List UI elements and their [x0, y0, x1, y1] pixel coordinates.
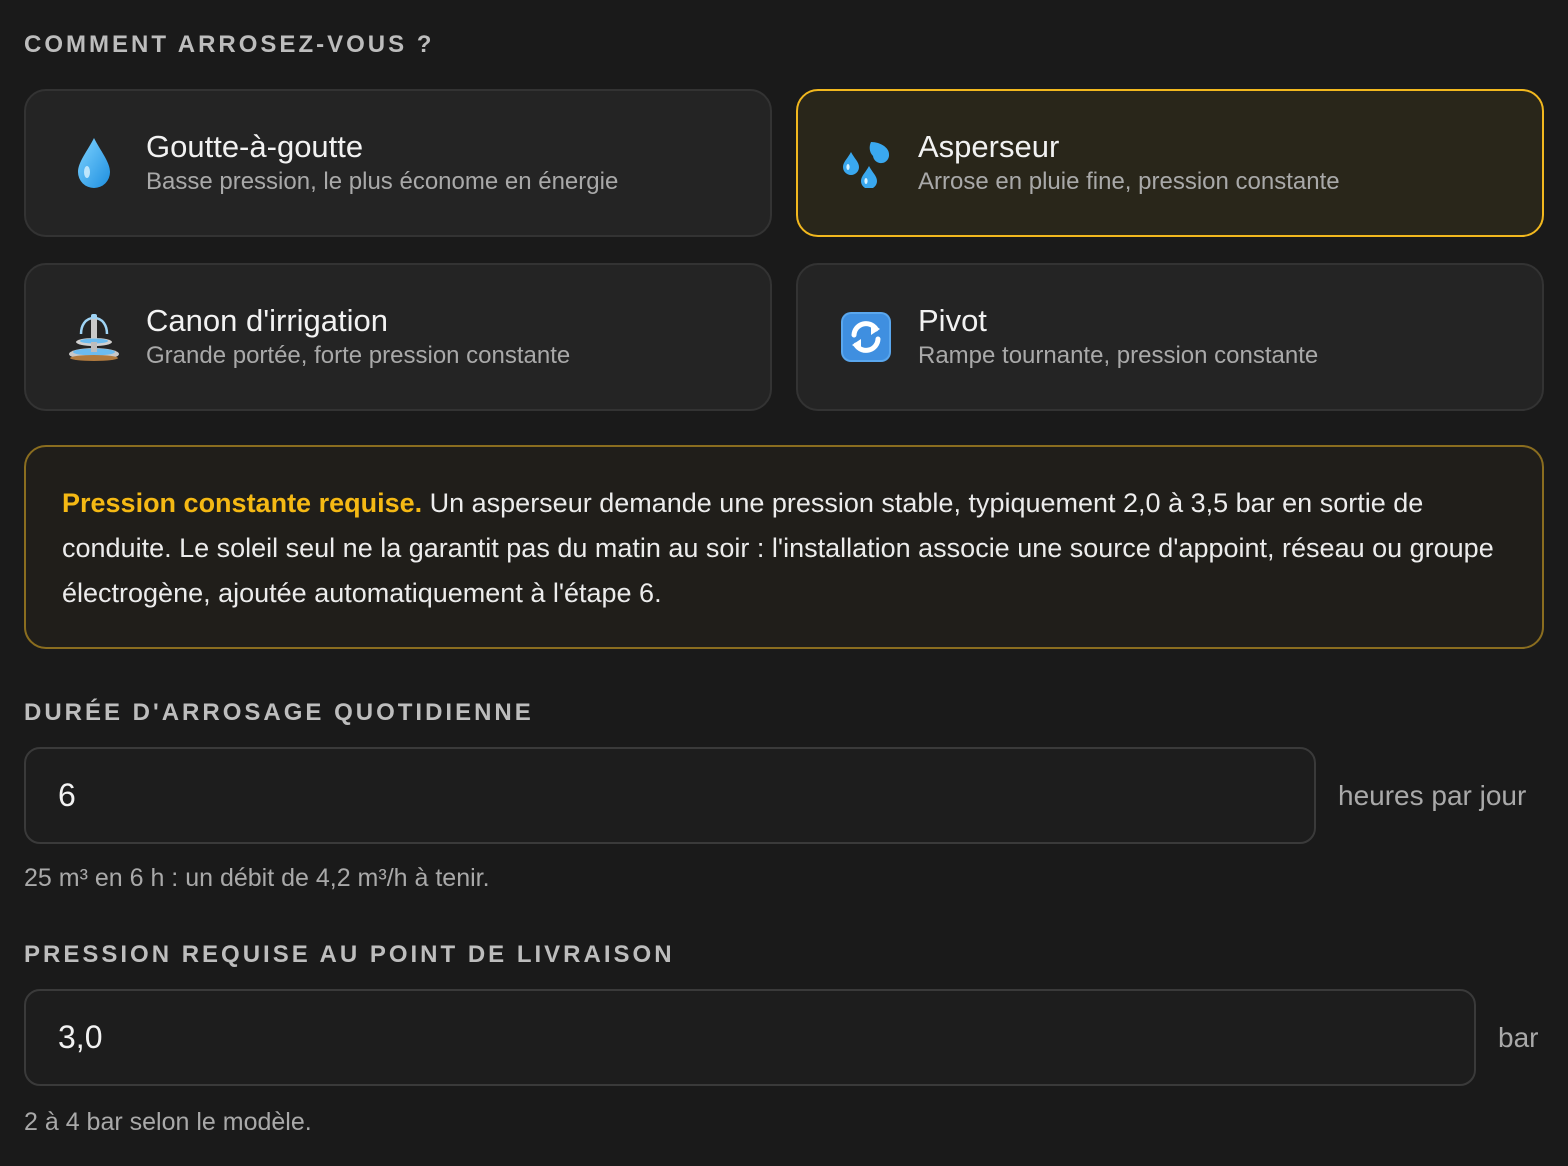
method-title-sprinkler: Asperseur [918, 129, 1060, 164]
notice-heading: Pression constante requise. [62, 488, 423, 518]
irrigation-form: COMMENT ARROSEZ-VOUS ? Goutte-à-goutte B… [0, 0, 1568, 1166]
method-desc-sprinkler: Arrose en pluie fine, pression constante [918, 168, 1340, 195]
method-card-pivot[interactable]: Pivot Rampe tournante, pression constant… [796, 263, 1544, 411]
method-title-pivot: Pivot [918, 303, 987, 338]
method-title-cannon: Canon d'irrigation [146, 303, 389, 338]
duration-input[interactable] [24, 747, 1316, 844]
pressure-field-row: bar [24, 989, 1538, 1086]
pressure-input[interactable] [24, 989, 1476, 1086]
method-desc-drip: Basse pression, le plus économe en énerg… [146, 168, 619, 195]
method-card-sprinkler[interactable]: Asperseur Arrose en pluie fine, pression… [796, 89, 1544, 237]
sweat-droplets-icon [838, 135, 894, 191]
duration-unit: heures par jour [1338, 779, 1527, 811]
method-desc-cannon: Grande portée, forte pression constante [146, 342, 571, 369]
irrigation-method-grid: Goutte-à-goutte Basse pression, le plus … [24, 89, 1544, 411]
method-card-drip[interactable]: Goutte-à-goutte Basse pression, le plus … [24, 89, 772, 237]
irrigation-method-label: COMMENT ARROSEZ-VOUS ? [24, 31, 435, 58]
duration-field-row: heures par jour [24, 747, 1526, 844]
method-desc-pivot: Rampe tournante, pression constante [918, 342, 1319, 369]
pressure-label: PRESSION REQUISE AU POINT DE LIVRAISON [24, 941, 675, 968]
duration-hint: 25 m³ en 6 h : un débit de 4,2 m³/h à te… [24, 864, 490, 892]
droplet-icon [66, 135, 122, 191]
method-title-drip: Goutte-à-goutte [146, 129, 364, 164]
rotate-arrows-icon [838, 309, 894, 365]
pressure-notice: Pression constante requise. Un asperseur… [24, 445, 1544, 649]
duration-label: DURÉE D'ARROSAGE QUOTIDIENNE [24, 699, 534, 726]
method-card-cannon[interactable]: Canon d'irrigation Grande portée, forte … [24, 263, 772, 411]
pressure-unit: bar [1498, 1021, 1539, 1053]
fountain-icon [66, 309, 122, 365]
pressure-hint: 2 à 4 bar selon le modèle. [24, 1108, 312, 1136]
